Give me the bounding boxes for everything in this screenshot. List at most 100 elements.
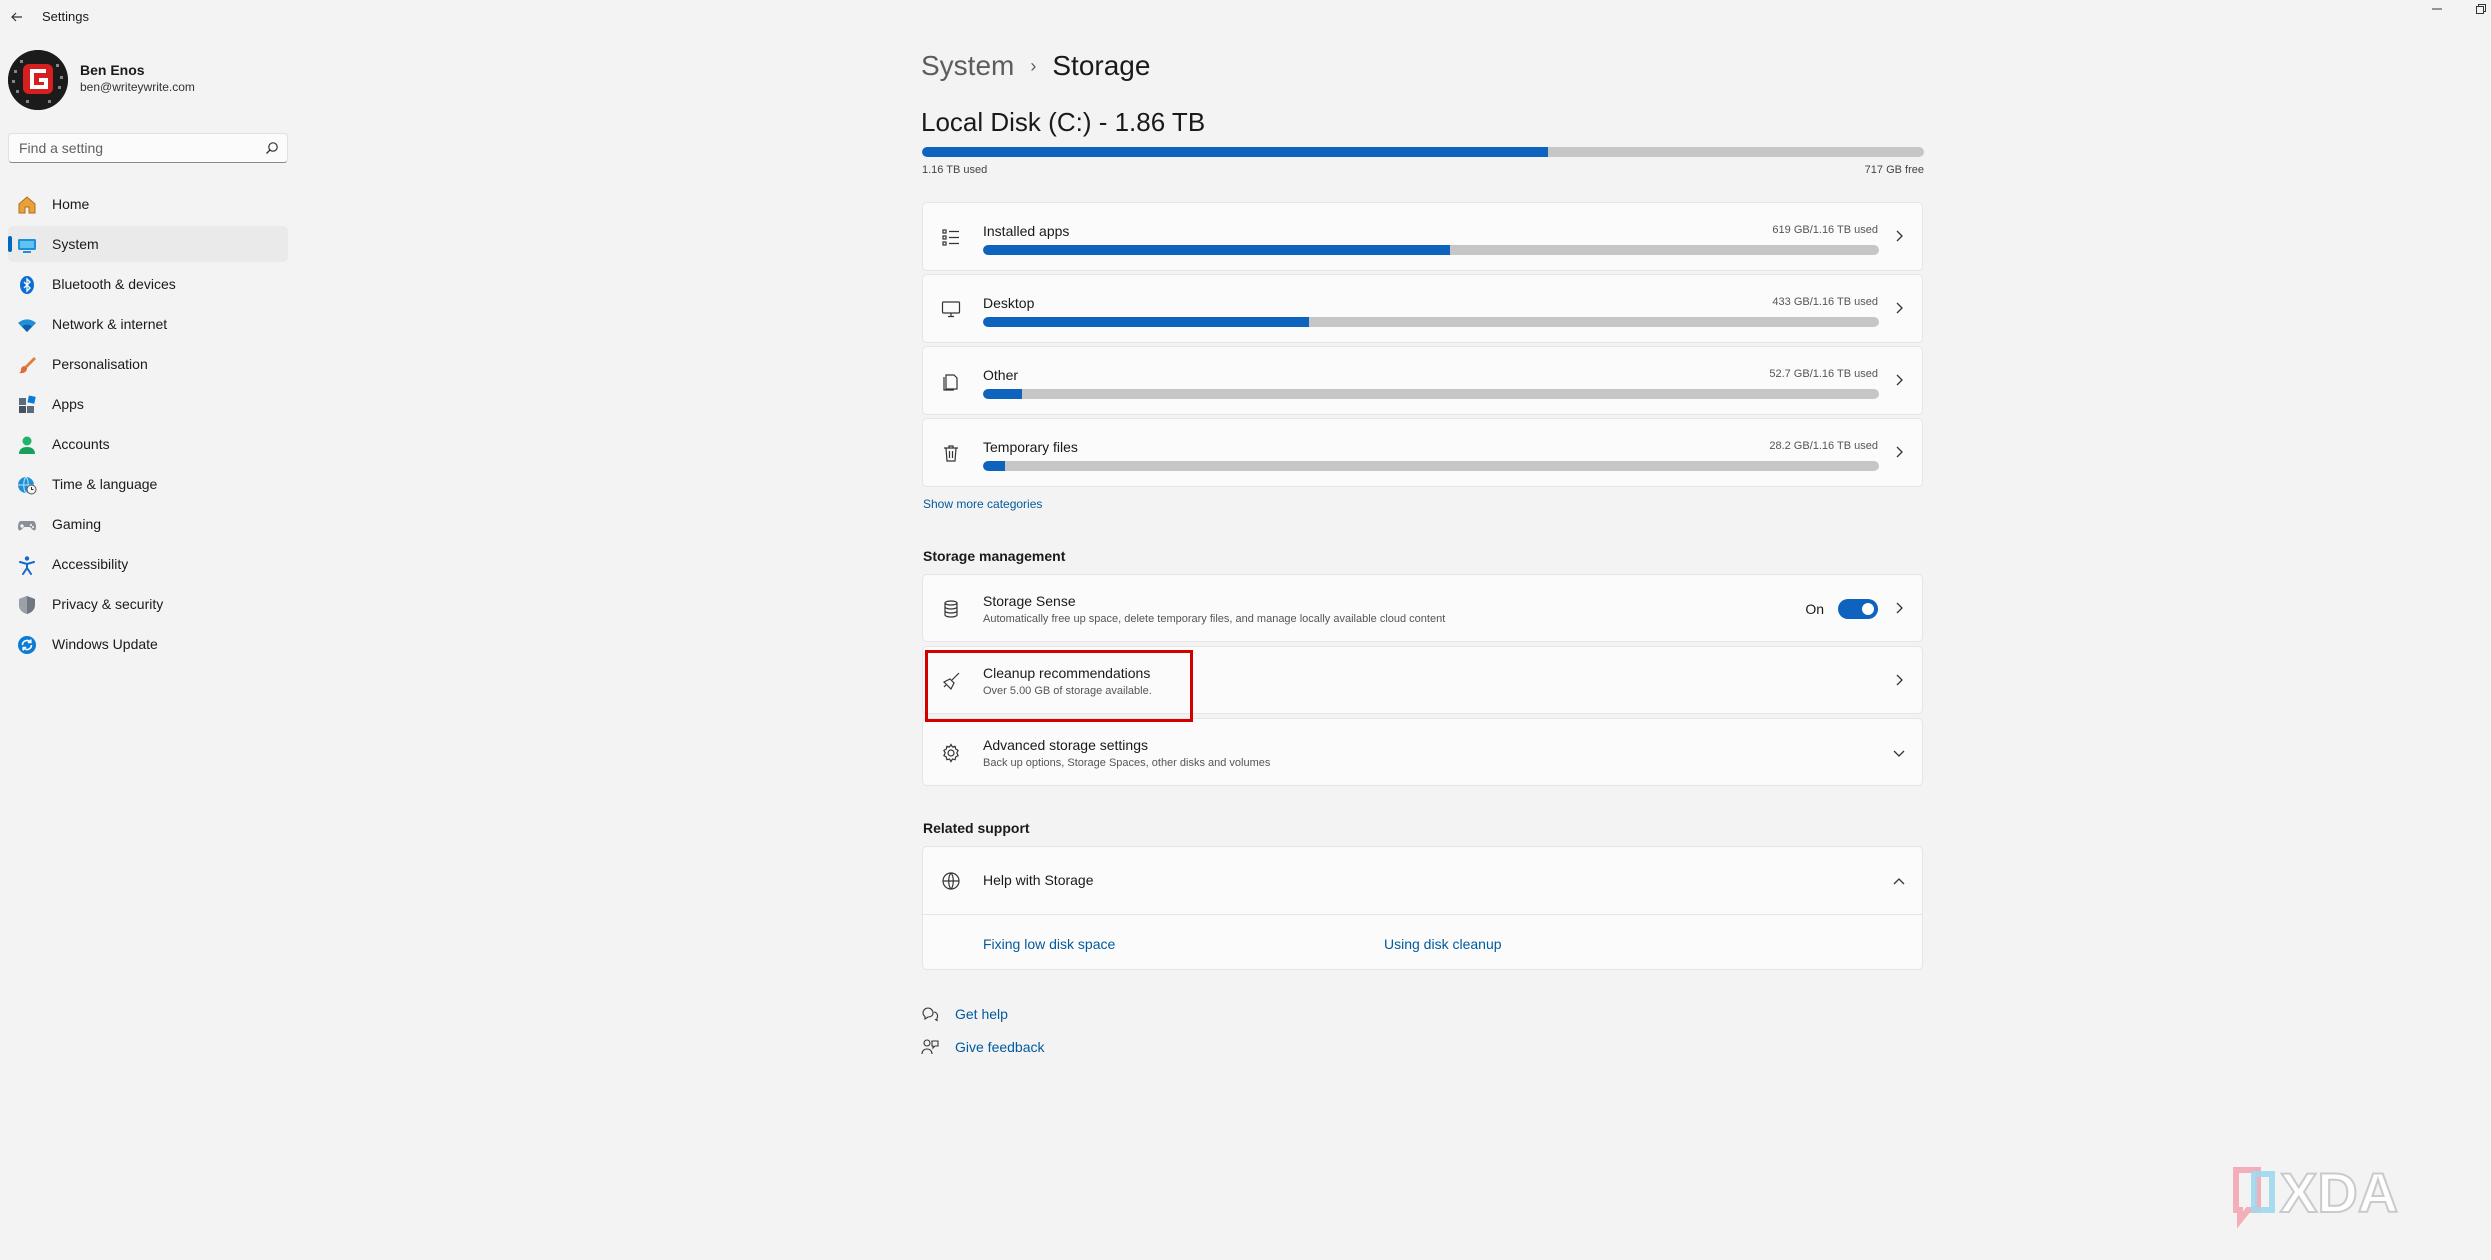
category-label: Temporary files: [983, 439, 1078, 455]
category-label: Desktop: [983, 295, 1035, 311]
storage-sense-toggle-label: On: [1805, 601, 1824, 617]
sidebar-item-apps[interactable]: Apps: [8, 386, 288, 422]
app-title: Settings: [42, 9, 89, 24]
category-label: Other: [983, 367, 1019, 383]
globe-clock-icon: [17, 475, 37, 495]
category-usage-bar: [983, 245, 1879, 255]
back-button[interactable]: [6, 6, 28, 28]
sidebar-item-system[interactable]: System: [8, 226, 288, 262]
category-size: 433 GB/1.16 TB used: [1772, 296, 1878, 308]
sidebar-item-accessibility[interactable]: Accessibility: [8, 546, 288, 582]
nav-list: Home System Bluetooth & devices Network …: [8, 186, 288, 666]
disk-used-label: 1.16 TB used: [922, 164, 988, 176]
main-content: System › Storage Local Disk (C:) - 1.86 …: [921, 0, 1924, 1260]
category-desktop[interactable]: Desktop 433 GB/1.16 TB used: [922, 274, 1923, 343]
user-email: ben@writeywrite.com: [80, 80, 195, 94]
sidebar-item-time-language[interactable]: Time & language: [8, 466, 288, 502]
chevron-right-icon: [1896, 602, 1903, 614]
storage-management-heading: Storage management: [923, 548, 1066, 564]
search-icon: [266, 142, 278, 154]
chevron-right-icon: [1896, 674, 1903, 686]
chevron-right-icon: [1896, 302, 1903, 314]
minimize-icon: [2432, 8, 2442, 10]
category-usage-bar: [983, 317, 1879, 327]
list-icon: [939, 225, 963, 249]
give-feedback-icon: [921, 1039, 939, 1055]
sidebar-item-label: Accessibility: [52, 556, 129, 572]
trash-icon: [939, 441, 963, 465]
sidebar-item-accounts[interactable]: Accounts: [8, 426, 288, 462]
page-title: Storage: [1052, 50, 1151, 81]
category-usage-fill: [983, 245, 1450, 255]
disk-usage-fill: [922, 147, 1549, 157]
fixing-low-disk-space-link[interactable]: Fixing low disk space: [983, 936, 1115, 952]
storage-sense-title: Storage Sense: [983, 593, 1076, 609]
sidebar-item-network[interactable]: Network & internet: [8, 306, 288, 342]
gear-icon: [939, 741, 963, 765]
other-files-icon: [939, 369, 963, 393]
chevron-right-icon: [1896, 446, 1903, 458]
show-more-categories-link[interactable]: Show more categories: [923, 497, 1042, 511]
search-input[interactable]: [19, 139, 259, 157]
sidebar-item-gaming[interactable]: Gaming: [8, 506, 288, 542]
maximize-button[interactable]: [2471, 0, 2491, 18]
globe-icon: [939, 869, 963, 893]
user-name: Ben Enos: [80, 62, 145, 78]
monitor-icon: [939, 297, 963, 321]
storage-sense-row[interactable]: Storage Sense Automatically free up spac…: [922, 574, 1923, 642]
category-label: Installed apps: [983, 223, 1070, 239]
sidebar-item-label: Network & internet: [52, 316, 168, 332]
sidebar-item-privacy[interactable]: Privacy & security: [8, 586, 288, 622]
sidebar-item-label: Privacy & security: [52, 596, 164, 612]
toggle-knob: [1862, 603, 1874, 615]
storage-sense-toggle[interactable]: [1838, 599, 1878, 619]
category-temporary-files[interactable]: Temporary files 28.2 GB/1.16 TB used: [922, 418, 1923, 487]
sidebar-item-home[interactable]: Home: [8, 186, 288, 222]
category-other[interactable]: Other 52.7 GB/1.16 TB used: [922, 346, 1923, 415]
search-box[interactable]: [8, 133, 288, 163]
sidebar-item-bluetooth[interactable]: Bluetooth & devices: [8, 266, 288, 302]
sidebar-item-label: Gaming: [52, 516, 102, 532]
chevron-right-icon: [1896, 374, 1903, 386]
category-usage-bar: [983, 461, 1879, 471]
storage-sense-description: Automatically free up space, delete temp…: [983, 613, 1446, 625]
sidebar-item-label: Apps: [52, 396, 84, 412]
disk-usage-bar: [922, 147, 1924, 157]
update-icon: [17, 635, 37, 655]
restore-icon: [2476, 4, 2486, 14]
storage-sense-icon: [939, 597, 963, 621]
advanced-storage-settings-row[interactable]: Advanced storage settings Back up option…: [922, 718, 1923, 786]
breadcrumb-system-link[interactable]: System: [921, 50, 1014, 82]
chevron-right-icon: [1896, 230, 1903, 242]
apps-icon: [17, 395, 37, 415]
category-usage-fill: [983, 389, 1023, 399]
gamepad-icon: [17, 515, 37, 535]
get-help-icon: [922, 1007, 939, 1022]
disk-free-label: 717 GB free: [1864, 164, 1924, 176]
give-feedback-label: Give feedback: [955, 1039, 1045, 1055]
category-usage-fill: [983, 461, 1005, 471]
accessibility-icon: [17, 555, 37, 575]
help-with-storage-header[interactable]: Help with Storage: [923, 847, 1922, 915]
xda-watermark-logo: XDA: [2228, 1160, 2468, 1232]
category-usage-bar: [983, 389, 1879, 399]
category-size: 52.7 GB/1.16 TB used: [1769, 368, 1878, 380]
chevron-down-icon: [1893, 750, 1905, 757]
using-disk-cleanup-link[interactable]: Using disk cleanup: [1384, 936, 1502, 952]
user-profile[interactable]: Ben Enos ben@writeywrite.com: [8, 50, 288, 110]
breadcrumb: System › Storage: [921, 50, 1150, 82]
disk-title: Local Disk (C:) - 1.86 TB: [921, 107, 1206, 137]
svg-text:XDA: XDA: [2280, 1161, 2398, 1224]
advanced-storage-settings-title: Advanced storage settings: [983, 737, 1148, 753]
minimize-button[interactable]: [2427, 0, 2447, 18]
brush-icon: [17, 355, 37, 375]
category-installed-apps[interactable]: Installed apps 619 GB/1.16 TB used: [922, 202, 1923, 271]
sidebar-item-personalisation[interactable]: Personalisation: [8, 346, 288, 382]
help-links: Fixing low disk space Using disk cleanup: [923, 915, 1922, 971]
sidebar-item-label: Home: [52, 196, 90, 212]
sidebar-item-windows-update[interactable]: Windows Update: [8, 626, 288, 662]
sidebar-item-label: Time & language: [52, 476, 158, 492]
accounts-icon: [17, 435, 37, 455]
category-size: 28.2 GB/1.16 TB used: [1769, 440, 1878, 452]
sidebar-item-label: Accounts: [52, 436, 110, 452]
